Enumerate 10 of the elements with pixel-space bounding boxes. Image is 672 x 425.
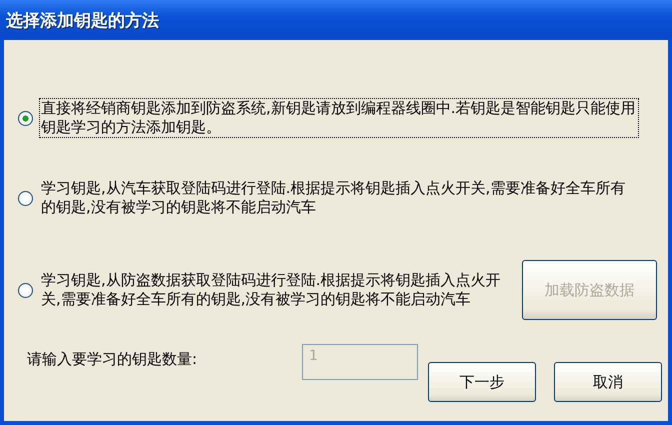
dialog-button[interactable]: 下一步	[428, 362, 536, 402]
radio-button[interactable]	[18, 110, 33, 126]
option-label: 直接将经销商钥匙添加到防盗系统,新钥匙请放到编程器线圈中.若钥匙是智能钥匙只能使用钥匙学习的方法添加钥匙。	[39, 98, 639, 138]
radio-button[interactable]	[18, 282, 33, 298]
option-label: 学习钥匙,从汽车获取登陆码进行登陆.根据提示将钥匙插入点火开关,需要准备好全车所有的钥匙,没有被学习的钥匙将不能启动汽车	[40, 178, 626, 218]
radio-button[interactable]	[18, 190, 33, 206]
key-count-label: 请输入要学习的钥匙数量:	[27, 349, 198, 369]
dialog-button[interactable]: 取消	[554, 362, 662, 402]
option-label: 学习钥匙,从防盗数据获取登陆码进行登陆.根据提示将钥匙插入点火开关,需要准备好全车所有的钥匙,没有被学习的钥匙将不能启动汽车	[40, 270, 502, 310]
window-title: 选择添加钥匙的方法	[6, 10, 159, 32]
